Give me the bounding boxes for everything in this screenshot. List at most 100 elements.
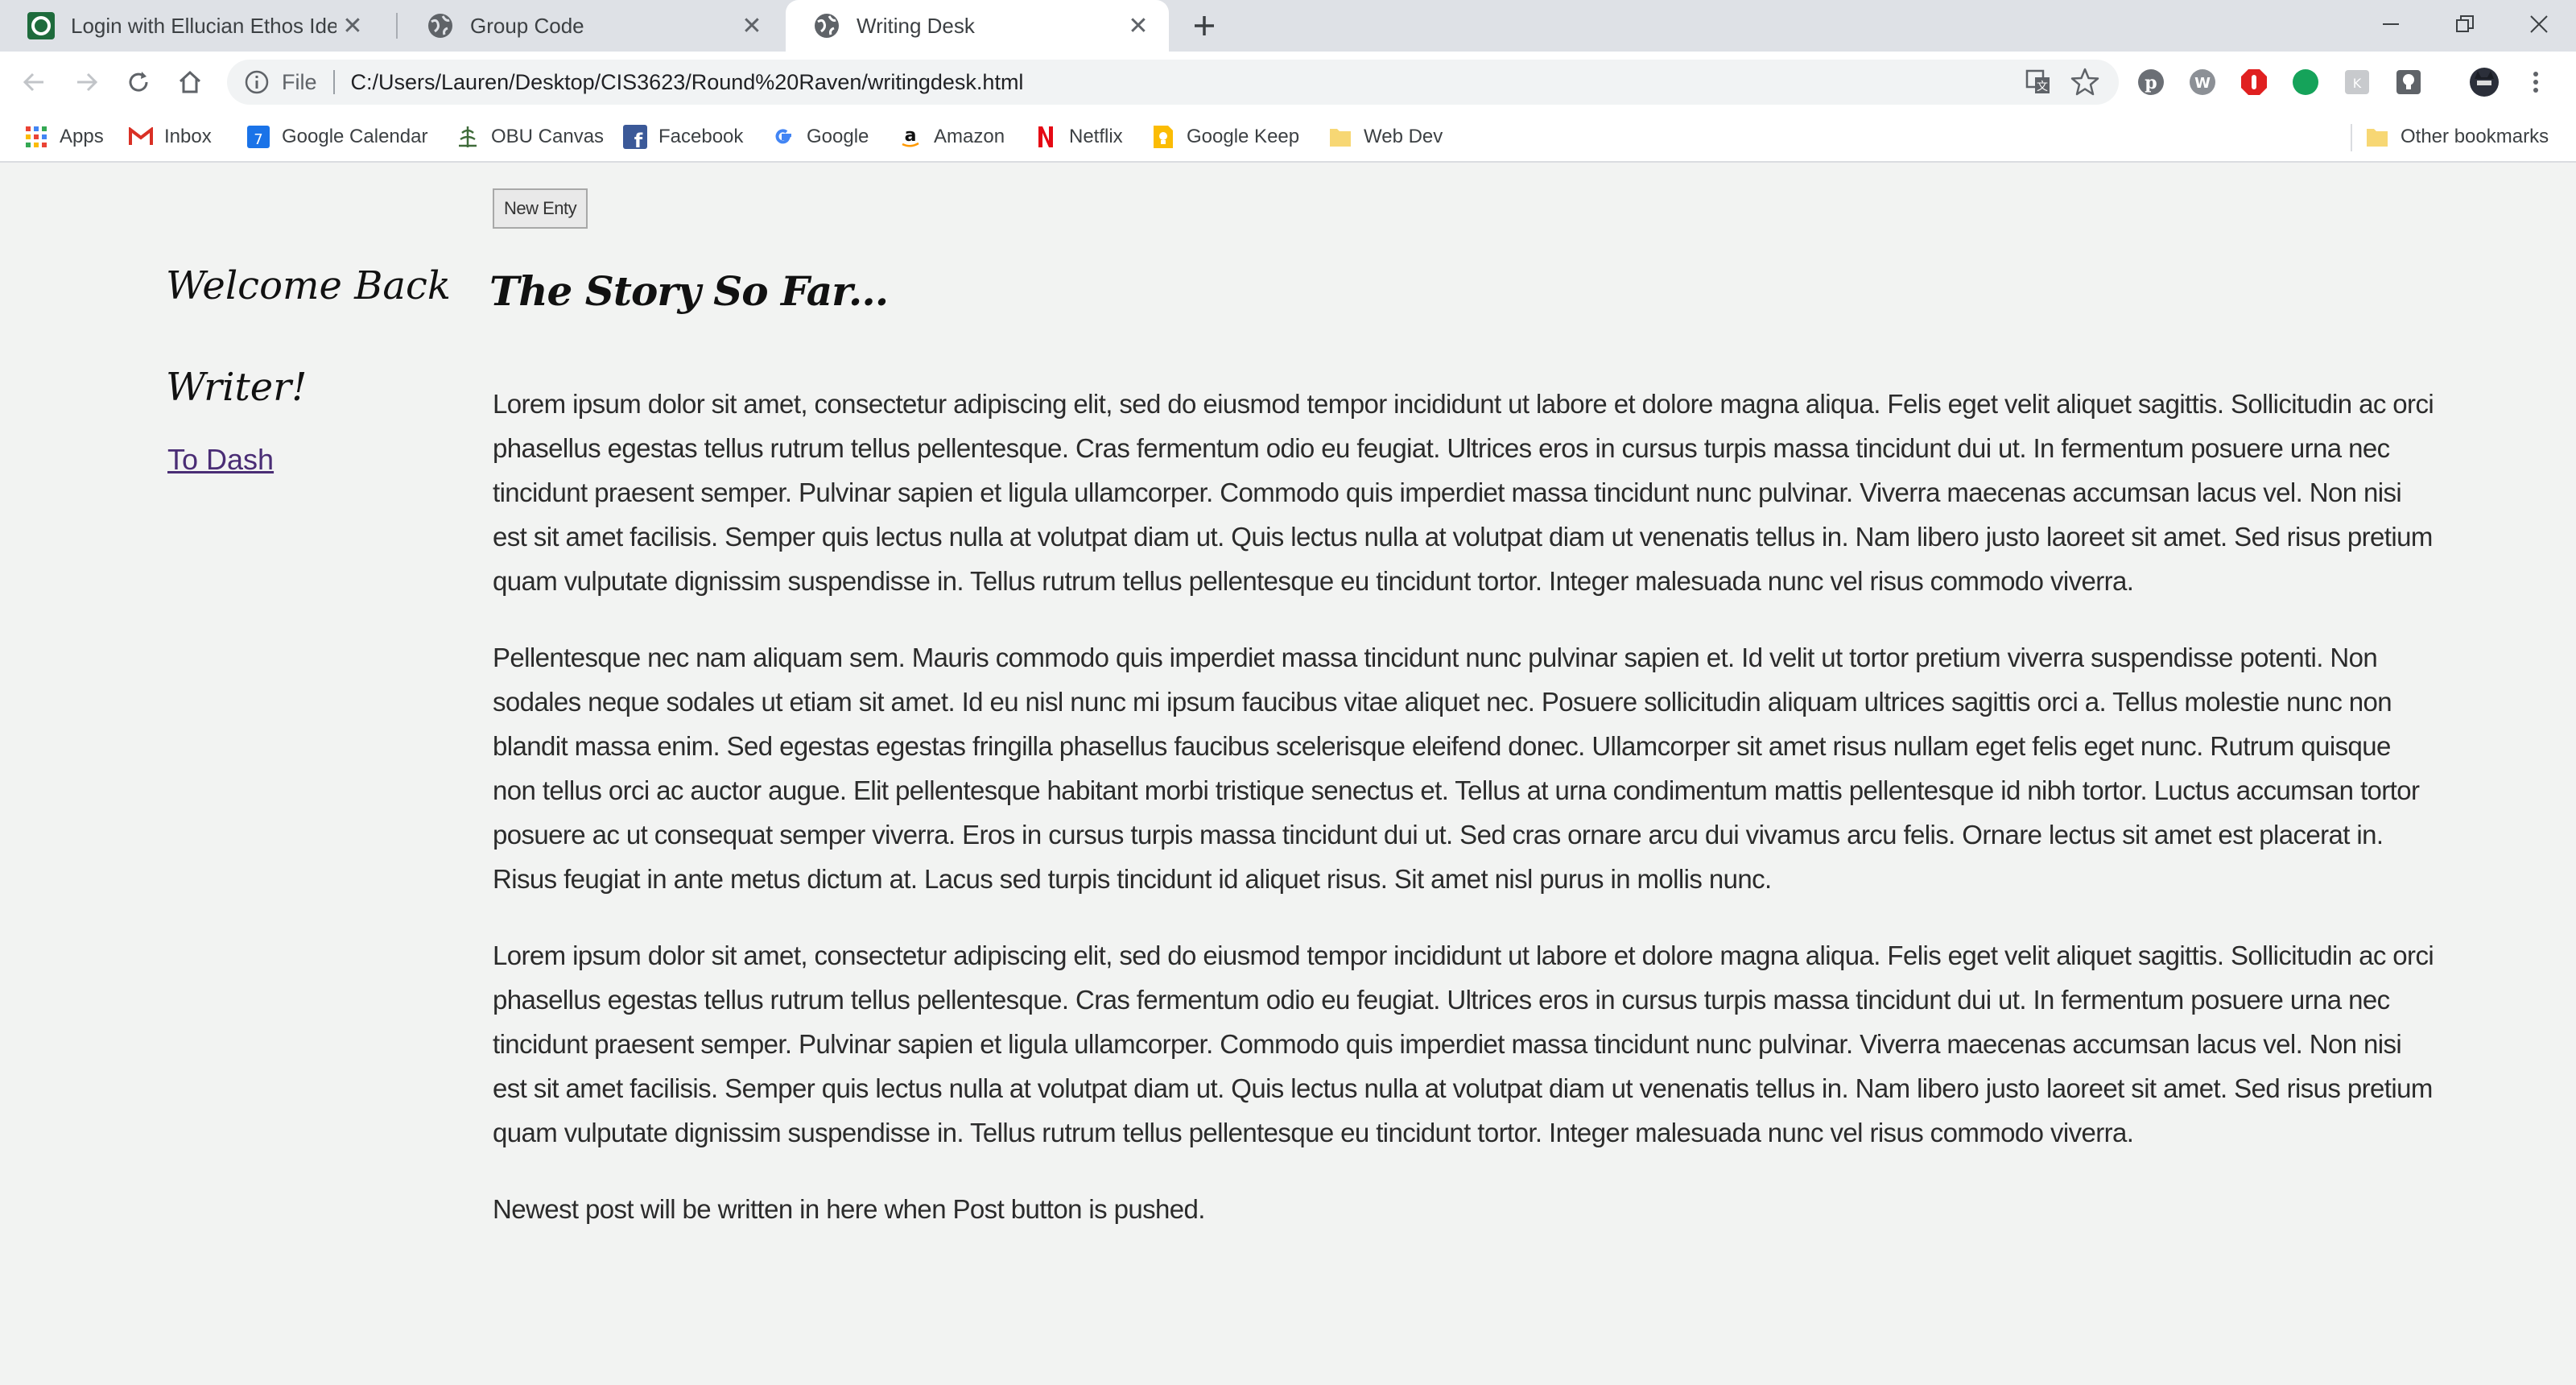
restore-button[interactable] bbox=[2428, 0, 2502, 48]
bookmark-label: Inbox bbox=[164, 126, 212, 147]
minimize-button[interactable] bbox=[2354, 0, 2428, 48]
bookmarks-divider bbox=[2351, 124, 2352, 151]
address-bar[interactable]: File C:/Users/Lauren/Desktop/CIS3623/Rou… bbox=[227, 60, 2119, 105]
bookmark-inbox[interactable]: Inbox bbox=[129, 113, 212, 161]
page-viewport: New Enty Welcome Back Writer! To Dash Th… bbox=[0, 163, 2576, 1385]
tab-ellucian-login[interactable]: Login with Ellucian Ethos Identity ✕ bbox=[0, 0, 383, 52]
ellucian-icon bbox=[27, 12, 55, 39]
browser-toolbar: File C:/Users/Lauren/Desktop/CIS3623/Rou… bbox=[0, 52, 2576, 113]
newest-post-placeholder: Newest post will be written in here when… bbox=[493, 1194, 1205, 1224]
w-icon: W bbox=[2190, 69, 2215, 95]
story-paragraph: Pellentesque nec nam aliquam sem. Mauris… bbox=[493, 643, 2420, 894]
lightbulb-icon bbox=[2396, 70, 2421, 94]
bookmark-google[interactable]: Google bbox=[771, 113, 869, 161]
back-button[interactable] bbox=[14, 63, 53, 101]
avatar-icon bbox=[2470, 68, 2499, 97]
tab-writing-desk[interactable]: Writing Desk ✕ bbox=[786, 0, 1169, 52]
extensions-bar: p W K bbox=[2133, 64, 2553, 100]
reload-button[interactable] bbox=[119, 63, 158, 101]
bookmark-label: Other bookmarks bbox=[2401, 126, 2549, 147]
profile-avatar[interactable] bbox=[2467, 64, 2502, 100]
close-icon[interactable]: ✕ bbox=[336, 10, 369, 42]
welcome-heading: Welcome Back Writer! bbox=[166, 235, 472, 438]
info-icon[interactable] bbox=[243, 68, 270, 96]
netflix-icon bbox=[1034, 125, 1058, 149]
amazon-icon: a bbox=[898, 125, 923, 149]
keep-icon bbox=[1151, 125, 1175, 149]
tab-group-code[interactable]: Group Code ✕ bbox=[399, 0, 782, 52]
bookmark-google-calendar[interactable]: 7 Google Calendar bbox=[246, 113, 427, 161]
pinterest-icon: p bbox=[2138, 69, 2164, 95]
apps-grid-icon bbox=[24, 125, 48, 149]
scheme-label: File bbox=[282, 69, 317, 94]
restore-icon bbox=[2456, 15, 2474, 32]
globe-icon bbox=[815, 14, 839, 38]
new-tab-button[interactable] bbox=[1185, 10, 1224, 42]
grammarly-icon bbox=[2293, 69, 2318, 95]
new-entry-button[interactable]: New Enty bbox=[493, 188, 588, 229]
story-content: Lorem ipsum dolor sit amet, consectetur … bbox=[493, 382, 2434, 1263]
close-icon[interactable]: ✕ bbox=[1122, 10, 1154, 42]
arrow-left-icon bbox=[23, 72, 43, 92]
pinterest-extension[interactable]: p bbox=[2133, 64, 2169, 100]
bookmark-label: Google bbox=[807, 126, 869, 147]
svg-text:文: 文 bbox=[2037, 81, 2048, 93]
bookmark-obu-canvas[interactable]: OBU Canvas bbox=[456, 113, 604, 161]
more-vert-icon bbox=[2533, 72, 2538, 93]
minimize-icon bbox=[2383, 23, 2399, 25]
keep-extension[interactable] bbox=[2391, 64, 2426, 100]
globe-icon bbox=[428, 14, 452, 38]
bookmark-netflix[interactable]: Netflix bbox=[1034, 113, 1123, 161]
home-button[interactable] bbox=[171, 63, 209, 101]
bookmark-label: Apps bbox=[60, 126, 104, 147]
bookmark-google-keep[interactable]: Google Keep bbox=[1151, 113, 1299, 161]
menu-button[interactable] bbox=[2518, 64, 2553, 100]
other-bookmarks[interactable]: Other bookmarks bbox=[2365, 113, 2549, 161]
close-icon[interactable]: ✕ bbox=[736, 10, 768, 42]
folder-icon bbox=[2365, 125, 2389, 149]
grammarly-extension[interactable] bbox=[2288, 64, 2323, 100]
bookmark-label: Google Calendar bbox=[282, 126, 428, 147]
gmail-icon bbox=[129, 125, 153, 149]
welcome-line: Writer! bbox=[166, 365, 308, 410]
svg-text:W: W bbox=[2194, 75, 2211, 92]
google-icon bbox=[771, 125, 795, 149]
bookmark-amazon[interactable]: a Amazon bbox=[898, 113, 1005, 161]
w-extension[interactable]: W bbox=[2185, 64, 2220, 100]
svg-text:f: f bbox=[634, 130, 643, 149]
calendar-icon: 7 bbox=[246, 125, 270, 149]
facebook-icon: f bbox=[623, 125, 647, 149]
story-title: The Story So Far... bbox=[489, 267, 889, 315]
stop-hand-icon bbox=[2241, 69, 2267, 95]
reload-icon bbox=[129, 72, 148, 92]
arrow-right-icon bbox=[77, 72, 98, 92]
close-window-button[interactable] bbox=[2502, 0, 2576, 48]
bookmark-web-dev[interactable]: Web Dev bbox=[1328, 113, 1443, 161]
bookmark-label: Facebook bbox=[658, 126, 744, 147]
bookmark-facebook[interactable]: f Facebook bbox=[623, 113, 743, 161]
bookmark-apps[interactable]: Apps bbox=[24, 113, 104, 161]
svg-text:K: K bbox=[2353, 76, 2362, 91]
tab-separator bbox=[396, 13, 398, 39]
canvas-icon bbox=[456, 125, 480, 149]
home-icon bbox=[179, 70, 201, 93]
tab-title: Group Code bbox=[470, 13, 584, 38]
svg-text:7: 7 bbox=[254, 131, 262, 148]
url-text[interactable]: C:/Users/Lauren/Desktop/CIS3623/Round%20… bbox=[351, 70, 1024, 95]
tab-title: Login with Ellucian Ethos Identity bbox=[71, 13, 336, 38]
bookmark-label: Amazon bbox=[934, 126, 1005, 147]
address-divider bbox=[332, 70, 335, 94]
star-icon[interactable] bbox=[2069, 66, 2101, 98]
tab-strip: Login with Ellucian Ethos Identity ✕ Gro… bbox=[0, 0, 2576, 52]
gray-extension[interactable]: K bbox=[2339, 64, 2375, 100]
bookmark-label: Web Dev bbox=[1364, 126, 1443, 147]
puzzle-icon: K bbox=[2345, 70, 2369, 94]
translate-icon[interactable]: 文 bbox=[2022, 66, 2054, 98]
to-dash-link[interactable]: To Dash bbox=[167, 443, 274, 477]
svg-text:p: p bbox=[2145, 72, 2157, 93]
adblock-extension[interactable] bbox=[2236, 64, 2272, 100]
bookmarks-bar: Apps Inbox 7 Google Calendar OBU Canvas … bbox=[0, 113, 2576, 163]
svg-text:a: a bbox=[905, 126, 917, 146]
story-paragraph: Lorem ipsum dolor sit amet, consectetur … bbox=[493, 389, 2434, 596]
forward-button[interactable] bbox=[68, 63, 106, 101]
